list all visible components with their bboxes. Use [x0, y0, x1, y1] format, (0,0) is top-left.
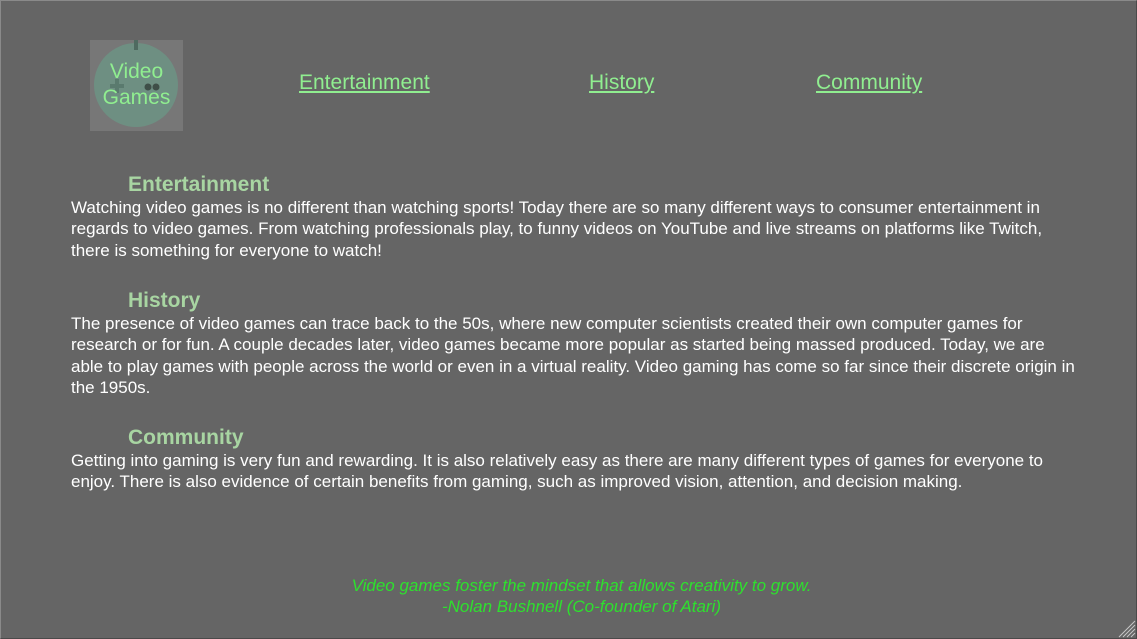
section-body: Getting into gaming is very fun and rewa… [71, 451, 1044, 492]
section-heading: History [128, 289, 201, 312]
logo[interactable]: Video Games [90, 40, 183, 131]
section-body: Watching video games is no different tha… [71, 198, 1043, 260]
section-heading: Entertainment [128, 173, 270, 196]
section-heading: Community [128, 426, 244, 449]
section-community: Community Getting into gaming is very fu… [71, 426, 1081, 493]
nav-link-entertainment[interactable]: Entertainment [299, 70, 430, 96]
section-body: The presence of video games can trace ba… [71, 314, 1075, 397]
nav-link-history[interactable]: History [589, 70, 654, 96]
resize-grip-icon[interactable] [1116, 618, 1136, 638]
quote-block: Video games foster the mindset that allo… [0, 575, 1137, 617]
quote-attribution: -Nolan Bushnell (Co-founder of Atari) [441, 597, 722, 616]
section-history: History The presence of video games can … [71, 289, 1081, 398]
logo-text: Video Games [102, 60, 171, 109]
section-entertainment: Entertainment Watching video games is no… [71, 173, 1081, 261]
nav-link-community[interactable]: Community [816, 70, 922, 96]
quote-text: Video games foster the mindset that allo… [351, 576, 812, 595]
